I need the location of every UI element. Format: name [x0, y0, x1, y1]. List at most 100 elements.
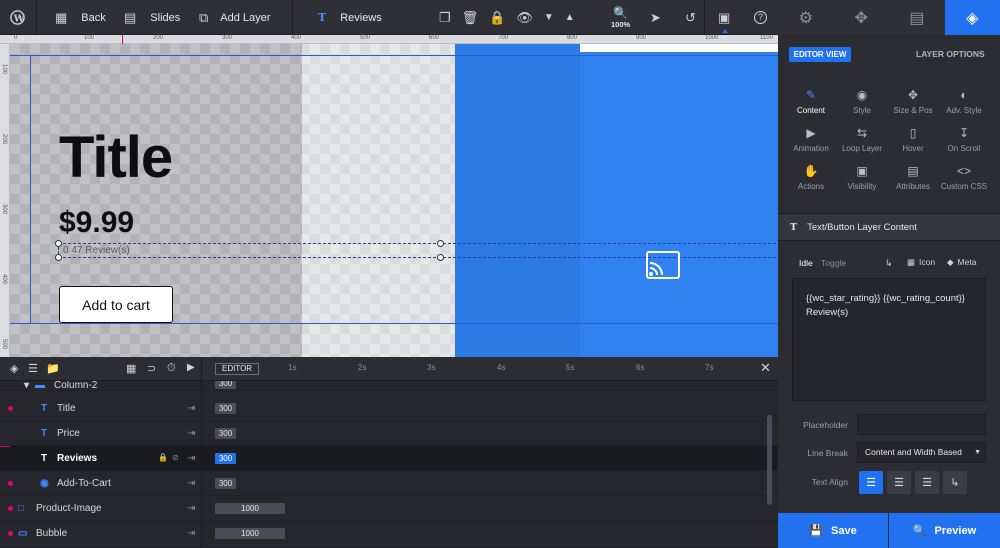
add-to-cart-layer[interactable]: Add to cart — [59, 286, 173, 323]
layer-name: Product-Image — [36, 503, 102, 514]
price-layer[interactable]: $9.99 — [59, 206, 134, 240]
cursor-add-icon[interactable]: ➤ — [650, 0, 661, 35]
timeline-bar[interactable]: 300 — [215, 381, 236, 389]
slides-library-icon[interactable]: ▤ — [889, 0, 945, 35]
bubble-shape[interactable] — [580, 44, 778, 357]
resize-handle[interactable] — [437, 240, 444, 247]
lock-icon[interactable]: 🔒 — [489, 10, 505, 26]
grid-snap-icon[interactable]: ▦ — [126, 362, 136, 375]
visibility-tab[interactable]: ▣ Visibility — [836, 164, 888, 191]
layer-content-textarea[interactable]: {{wc_star_rating}} {{wc_rating_count}} R… — [792, 278, 986, 401]
style-tab[interactable]: ◉ Style — [836, 88, 888, 115]
slides-button[interactable]: ▤ Slides — [124, 0, 180, 35]
timeline-row[interactable]: ▭ Bubble ⇥ 1000 — [0, 521, 778, 548]
section-header[interactable]: T Text/Button Layer Content — [778, 213, 1000, 241]
current-layer-selector[interactable]: T Reviews — [318, 0, 382, 35]
layer-options-tab[interactable]: LAYER OPTIONS — [916, 47, 985, 62]
adv-style-tab[interactable]: ◐ Adv. Style — [938, 88, 990, 115]
settings-gear-icon[interactable]: ⚙ — [778, 0, 834, 35]
align-right-button[interactable]: ☰ — [915, 471, 939, 494]
animation-tab[interactable]: ▶ Animation — [785, 126, 837, 153]
editor-badge[interactable]: EDITOR — [215, 363, 260, 375]
collapse-arrow-icon[interactable]: ▾ — [24, 381, 29, 390]
line-break-select[interactable]: Content and Width Based ▼ — [857, 442, 986, 463]
slides-icon: ▤ — [124, 9, 137, 25]
timeline-row[interactable]: □ Product-Image ⇥ 1000 — [0, 496, 778, 521]
timeline-row[interactable]: ◉ Add-To-Cart ⇥ 300 — [0, 471, 778, 496]
content-tab[interactable]: ✎ Content — [785, 88, 837, 115]
chevron-up-icon[interactable]: ▲ — [565, 12, 575, 23]
save-button[interactable]: 💾 Save — [778, 513, 888, 548]
close-timeline-icon[interactable]: ✕ — [760, 360, 771, 376]
image-icon: □ — [18, 503, 25, 514]
magnet-icon[interactable]: ⊃ — [147, 362, 156, 375]
hide-icon[interactable]: ⊘ — [172, 453, 179, 462]
timeline-row-selected[interactable]: T Reviews 🔒 ⊘ ⇥ 300 — [0, 446, 778, 471]
timeline-scrollbar[interactable] — [767, 415, 772, 505]
expand-arrow-icon[interactable]: ⇥ — [187, 421, 195, 446]
state-idle-tab[interactable]: Idle — [799, 258, 813, 268]
attributes-tab[interactable]: ▤ Attributes — [887, 164, 939, 191]
editor-view-button[interactable]: EDITOR VIEW — [789, 47, 851, 62]
state-toggle-tab[interactable]: Toggle — [821, 258, 846, 268]
size-pos-tab[interactable]: ✥ Size & Pos — [887, 88, 939, 115]
layers-icon[interactable]: ◈ — [944, 0, 1000, 35]
expand-arrow-icon[interactable]: ⇥ — [187, 446, 195, 471]
loop-layer-tab[interactable]: ⇆ Loop Layer — [836, 126, 888, 153]
hover-tab[interactable]: ▯ Hover — [887, 126, 939, 153]
eye-icon[interactable]: 👁 — [516, 10, 533, 26]
stopwatch-icon[interactable]: ⏱ — [167, 362, 176, 375]
line-break-insert-icon[interactable]: ↳ — [885, 258, 893, 269]
timeline-bar[interactable]: 300 — [215, 478, 236, 489]
lock-icon[interactable]: 🔒 — [158, 453, 168, 462]
preview-button[interactable]: 🔍 Preview — [889, 513, 1000, 548]
layer-name: Add-To-Cart — [57, 478, 111, 489]
duplicate-icon[interactable]: ❐ — [439, 10, 451, 26]
expand-arrow-icon[interactable]: ⇥ — [187, 396, 195, 421]
shape-icon: ▭ — [18, 528, 28, 539]
play-icon[interactable]: ▶ — [187, 362, 195, 373]
folder-icon[interactable]: 📁 — [46, 362, 60, 375]
expand-arrow-icon[interactable]: ⇥ — [187, 496, 195, 521]
expand-arrow-icon[interactable]: ⇥ — [187, 471, 195, 496]
timeline-row[interactable]: ▾ ▬ Column-2 300 — [0, 381, 778, 391]
chevron-down-icon[interactable]: ▼ — [544, 12, 554, 23]
align-left-button[interactable]: ☰ — [859, 471, 883, 494]
trash-icon[interactable]: 🗑 — [462, 10, 479, 26]
timeline-bar[interactable]: 1000 — [215, 503, 285, 514]
resize-handle[interactable] — [55, 254, 62, 261]
add-layer-button[interactable]: ⧉ Add Layer — [199, 0, 270, 35]
placeholder-input[interactable] — [857, 414, 986, 435]
ruler-label: 100 — [84, 35, 95, 41]
loop-icon: ⇆ — [856, 126, 868, 140]
undo-icon[interactable]: ↺ — [685, 0, 696, 35]
resize-handle[interactable] — [437, 254, 444, 261]
custom-css-tab[interactable]: <> Custom CSS — [938, 164, 990, 191]
help-icon[interactable]: ? — [754, 0, 767, 35]
contrast-icon: ◐ — [960, 88, 968, 102]
align-center-button[interactable]: ☰ — [887, 471, 911, 494]
timeline-row[interactable]: T Title ⇥ 300 — [0, 396, 778, 421]
actions-tab[interactable]: ✋ Actions — [785, 164, 837, 191]
timeline-bar[interactable]: 300 — [215, 403, 236, 414]
layers-stack-icon[interactable]: ◈ — [10, 362, 18, 375]
back-button[interactable]: ▦ Back — [55, 0, 106, 35]
timeline-bar[interactable]: 300 — [215, 428, 236, 439]
list-icon[interactable]: ☰ — [28, 362, 38, 375]
insert-meta-button[interactable]: ◆ Meta — [947, 257, 976, 268]
on-scroll-tab[interactable]: ↧ On Scroll — [938, 126, 990, 153]
resize-handle[interactable] — [55, 240, 62, 247]
timeline-row[interactable]: T Price ⇥ 300 — [0, 421, 778, 446]
navigation-icon[interactable]: ✥ — [834, 0, 890, 35]
timeline-bar[interactable]: 1000 — [215, 528, 285, 539]
timeline-bar[interactable]: 300 — [215, 453, 236, 464]
zoom-control[interactable]: 🔍 100% — [611, 0, 630, 35]
layer-name: Column-2 — [54, 381, 98, 391]
column-2-background[interactable] — [302, 44, 455, 357]
align-inherit-button[interactable]: ↳ — [943, 471, 967, 494]
slide-canvas[interactable]: Title $9.99 0 47 Review(s) Add to cart — [10, 44, 778, 357]
title-layer[interactable]: Title — [59, 124, 173, 191]
insert-icon-button[interactable]: ▦ Icon — [907, 257, 935, 268]
wordpress-logo-icon[interactable]: W — [10, 0, 26, 35]
expand-arrow-icon[interactable]: ⇥ — [187, 521, 195, 546]
